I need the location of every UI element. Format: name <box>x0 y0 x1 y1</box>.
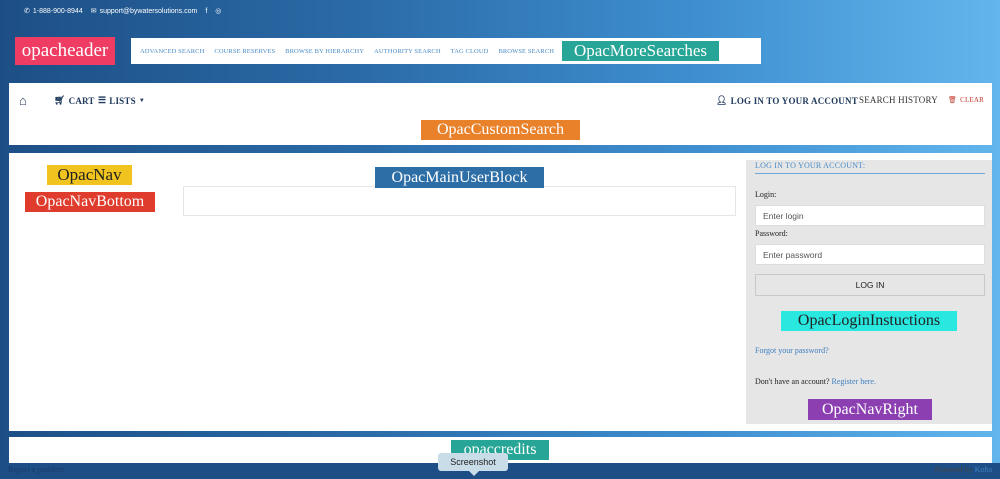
search-history-link[interactable]: SEARCH HISTORY <box>859 95 938 105</box>
phone-contact[interactable]: ✆ 1-888-900-8944 <box>24 7 83 15</box>
browse-by-hierarchy-link[interactable]: BROWSE BY HIERARCHY <box>285 48 364 55</box>
browse-search-link[interactable]: BROWSE SEARCH <box>498 48 554 55</box>
login-label: Login: <box>755 190 777 199</box>
password-input[interactable]: Enter password <box>755 244 985 265</box>
opac-nav-block: OpacNav <box>47 165 132 185</box>
forgot-password-link[interactable]: Forgot your password? <box>755 346 829 355</box>
opacheader-block: opacheader <box>15 37 115 65</box>
cart-button[interactable]: 🛒︎ CART <box>54 95 95 106</box>
user-icon: 👤︎ <box>716 95 728 105</box>
login-link[interactable]: 👤︎ LOG IN TO YOUR ACCOUNT <box>716 95 858 106</box>
opac-main-user-block: OpacMainUserBlock <box>375 167 544 188</box>
powered-by-text: Powered by Koha <box>934 465 992 474</box>
email-contact[interactable]: ✉ support@bywatersolutions.com <box>91 7 198 15</box>
caret-down-icon: ▼ <box>138 97 145 104</box>
clear-history-button[interactable]: 🗑︎ CLEAR <box>948 96 984 104</box>
opac-nav-right-block: OpacNavRight <box>808 399 932 420</box>
authority-search-link[interactable]: AUTHORITY SEARCH <box>374 48 441 55</box>
advanced-search-link[interactable]: ADVANCED SEARCH <box>140 48 204 55</box>
register-link[interactable]: Register here. <box>832 377 876 386</box>
tag-cloud-link[interactable]: TAG CLOUD <box>451 48 489 55</box>
facebook-icon[interactable]: f <box>205 8 207 15</box>
trash-icon: 🗑︎ <box>948 96 958 104</box>
report-problem-link[interactable]: Report a problem <box>8 465 64 474</box>
login-input[interactable]: Enter login <box>755 205 985 226</box>
opac-login-instructions-block: OpacLoginInstuctions <box>781 311 957 331</box>
login-button[interactable]: LOG IN <box>755 274 985 296</box>
opac-more-searches-block: OpacMoreSearches <box>562 41 719 61</box>
password-label: Password: <box>755 229 788 238</box>
top-contact-bar: ✆ 1-888-900-8944 ✉ support@bywatersolution… <box>0 0 1000 22</box>
lists-dropdown[interactable]: ☰ LISTS ▼ <box>98 95 145 106</box>
main-user-block-box <box>183 186 736 216</box>
phone-icon: ✆ <box>24 8 30 15</box>
koha-link[interactable]: Koha <box>975 465 992 474</box>
cart-icon: 🛒︎ <box>54 95 66 105</box>
envelope-icon: ✉ <box>90 8 97 15</box>
instagram-icon[interactable]: ◎ <box>215 7 221 15</box>
screenshot-tooltip: Screenshot <box>438 453 508 476</box>
list-icon: ☰ <box>98 95 107 105</box>
opac-custom-search-block: OpacCustomSearch <box>421 120 580 140</box>
opac-nav-bottom-block: OpacNavBottom <box>25 192 155 212</box>
no-account-text: Don't have an account? Register here. <box>755 377 876 386</box>
login-panel-title: LOG IN TO YOUR ACCOUNT: <box>755 161 985 174</box>
home-icon[interactable]: ⌂ <box>19 93 27 109</box>
course-reserves-link[interactable]: COURSE RESERVES <box>214 48 275 55</box>
